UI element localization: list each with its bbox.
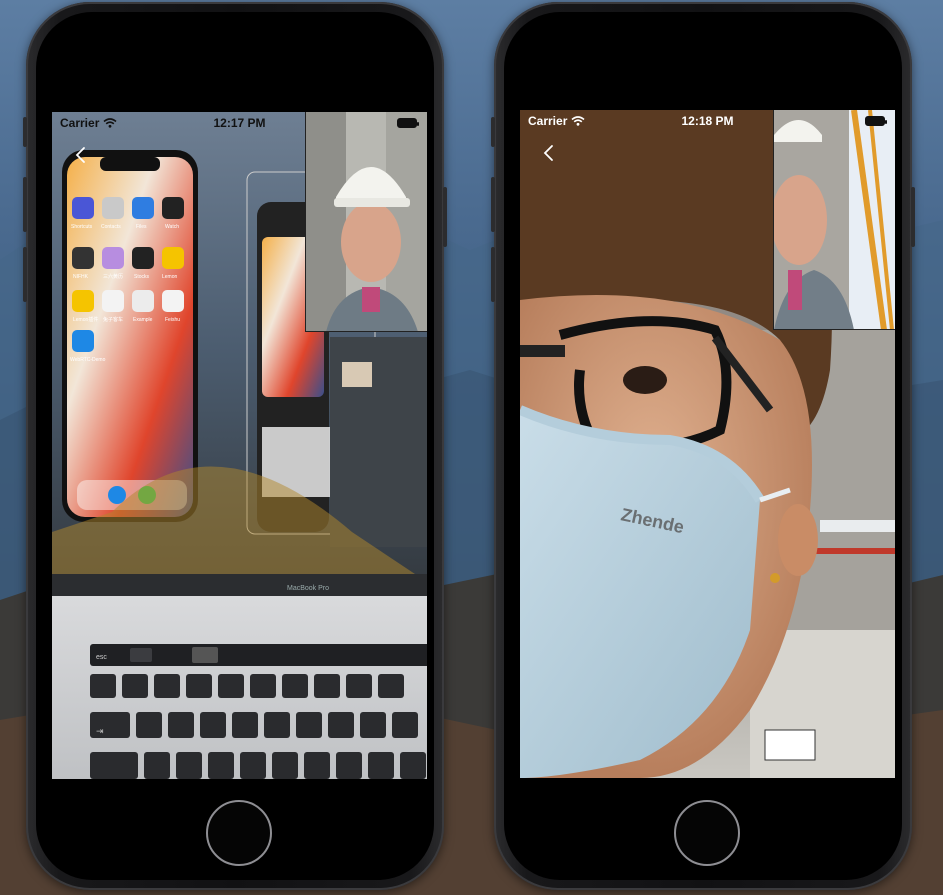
status-time: 12:18 PM — [681, 114, 734, 128]
app-label: NIFHK — [73, 274, 89, 280]
app-label: Shortcuts — [71, 224, 93, 230]
status-bar: Carrier 12:17 PM — [52, 112, 427, 134]
app-label: Contacts — [101, 224, 121, 230]
call-screen-left: Shortcuts Contacts Files Watch NIFHK 三六黄… — [52, 112, 427, 779]
app-label: Files — [136, 224, 147, 230]
phone-frame-right: Zhende Carrier 12:18 PM — [491, 2, 915, 890]
call-screen-right: Zhende Carrier 12:18 PM — [520, 110, 895, 778]
app-label: Lemon插件 — [73, 316, 98, 323]
laptop-brand-label: MacBook Pro — [287, 585, 329, 592]
status-bar: Carrier 12:18 PM — [520, 110, 895, 132]
app-label: Stocks — [134, 274, 150, 280]
tab-key-label: ⇥ — [96, 726, 104, 736]
home-button[interactable] — [206, 800, 272, 866]
app-label: WebRTC-Demo — [70, 357, 106, 363]
app-label: Example — [133, 317, 153, 323]
battery-icon — [397, 118, 419, 128]
app-label: 兔子客车 — [103, 316, 123, 323]
app-label: 三六黄历 — [103, 273, 123, 280]
local-video-pip[interactable] — [773, 110, 895, 330]
back-chevron-icon[interactable] — [540, 144, 558, 162]
phone-frame-left: Shortcuts Contacts Files Watch NIFHK 三六黄… — [23, 2, 447, 890]
battery-icon — [865, 116, 887, 126]
status-time: 12:17 PM — [213, 116, 266, 130]
app-label: Watch — [165, 224, 179, 230]
back-chevron-icon[interactable] — [72, 146, 90, 164]
home-button[interactable] — [674, 800, 740, 866]
app-label: Lemon — [162, 274, 178, 280]
app-label: Feishu — [165, 317, 180, 323]
esc-key-label: esc — [96, 654, 107, 661]
local-video-pip[interactable] — [305, 112, 427, 332]
